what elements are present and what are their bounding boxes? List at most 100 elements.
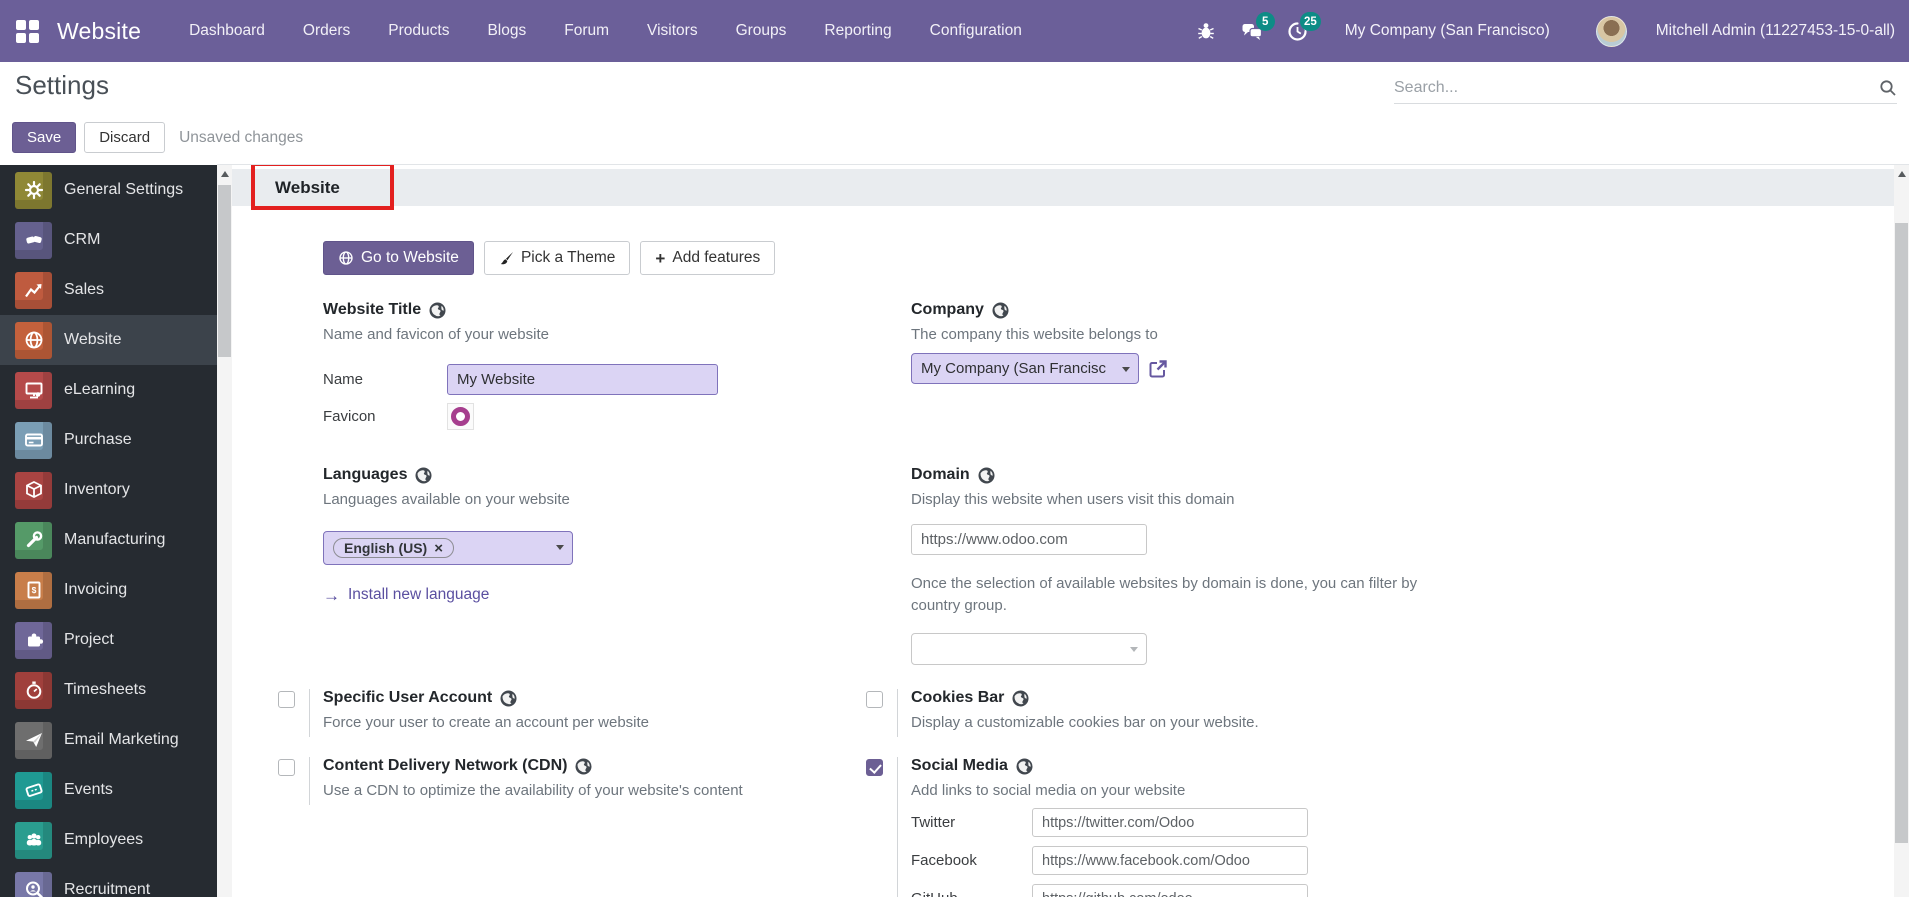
nav-item-configuration[interactable]: Configuration bbox=[930, 22, 1022, 40]
pick-theme-label: Pick a Theme bbox=[520, 249, 616, 266]
languages-heading: Languages bbox=[323, 466, 408, 483]
favicon-icon bbox=[451, 407, 470, 426]
activities-clock-icon[interactable]: 25 bbox=[1285, 12, 1321, 44]
settings-content: Website Go to Website Pick a Theme + Add… bbox=[232, 164, 1894, 897]
sidebar-item-recruitment[interactable]: Recruitment bbox=[0, 865, 217, 897]
cookies-bar-checkbox[interactable] bbox=[866, 691, 883, 708]
discard-button[interactable]: Discard bbox=[84, 122, 166, 153]
globe-badge-icon bbox=[429, 302, 446, 319]
sidebar-item-email-marketing[interactable]: Email Marketing bbox=[0, 715, 217, 765]
presentation-icon bbox=[15, 371, 52, 409]
cdn-checkbox[interactable] bbox=[278, 759, 295, 776]
app-brand[interactable]: Website bbox=[57, 18, 141, 45]
setting-divider bbox=[309, 689, 310, 737]
sidebar-item-timesheets[interactable]: Timesheets bbox=[0, 665, 217, 715]
page-title: Settings bbox=[15, 70, 109, 100]
user-menu[interactable]: Mitchell Admin (11227453-15-0-all) bbox=[1656, 22, 1895, 40]
cdn-setting: Content Delivery Network (CDN) Use a CDN… bbox=[278, 757, 883, 805]
facebook-field-label: Facebook bbox=[911, 852, 977, 869]
nav-item-reporting[interactable]: Reporting bbox=[824, 22, 891, 40]
sidebar-item-manufacturing[interactable]: Manufacturing bbox=[0, 515, 217, 565]
unsaved-changes-label: Unsaved changes bbox=[179, 128, 304, 146]
sidebar-item-sales[interactable]: Sales bbox=[0, 265, 217, 315]
chart-icon bbox=[15, 271, 52, 309]
app-window: Website Dashboard Orders Products Blogs Foru… bbox=[0, 0, 1909, 897]
favicon-upload[interactable] bbox=[447, 403, 474, 430]
languages-block: Languages Languages available on your we… bbox=[323, 466, 898, 604]
save-button[interactable]: Save bbox=[12, 122, 77, 153]
sidebar-item-crm[interactable]: CRM bbox=[0, 215, 217, 265]
nav-item-blogs[interactable]: Blogs bbox=[487, 22, 526, 40]
scroll-up-icon[interactable] bbox=[1894, 165, 1909, 183]
sidebar-item-website[interactable]: Website bbox=[0, 315, 217, 365]
languages-select[interactable]: English (US) × bbox=[323, 531, 573, 565]
user-avatar[interactable] bbox=[1595, 15, 1627, 47]
company-desc: The company this website belongs to bbox=[911, 326, 1158, 343]
nav-item-orders[interactable]: Orders bbox=[303, 22, 350, 40]
favicon-field-label: Favicon bbox=[323, 408, 376, 425]
website-title-heading: Website Title bbox=[323, 301, 422, 318]
go-to-website-button[interactable]: Go to Website bbox=[323, 241, 474, 275]
external-link-icon[interactable] bbox=[1147, 358, 1169, 380]
nav-item-visitors[interactable]: Visitors bbox=[647, 22, 698, 40]
messages-icon[interactable]: 5 bbox=[1239, 12, 1275, 44]
social-field-row: Twitter bbox=[911, 808, 1471, 837]
activities-badge: 25 bbox=[1299, 12, 1321, 31]
social-field-row: Facebook bbox=[911, 846, 1471, 875]
apps-grid-icon[interactable] bbox=[16, 19, 39, 43]
arrow-right-icon: → bbox=[323, 585, 340, 605]
right-scrollbar[interactable] bbox=[1894, 165, 1909, 897]
left-scrollbar[interactable] bbox=[217, 165, 232, 897]
search-icon[interactable] bbox=[1879, 79, 1897, 97]
nav-item-dashboard[interactable]: Dashboard bbox=[189, 22, 265, 40]
go-to-website-label: Go to Website bbox=[361, 249, 459, 266]
github-url-input[interactable] bbox=[1032, 884, 1308, 897]
sidebar-item-invoicing[interactable]: $ Invoicing bbox=[0, 565, 217, 615]
nav-item-groups[interactable]: Groups bbox=[736, 22, 787, 40]
left-scrollbar-thumb[interactable] bbox=[218, 185, 231, 357]
chevron-down-icon bbox=[1130, 646, 1138, 652]
twitter-url-input[interactable] bbox=[1032, 808, 1308, 837]
add-features-label: Add features bbox=[672, 249, 761, 266]
country-group-note: Once the selection of available websites… bbox=[911, 575, 1418, 614]
domain-block: Domain Display this website when users v… bbox=[911, 466, 1486, 665]
company-select[interactable]: My Company (San Francisc bbox=[911, 353, 1139, 384]
specific-user-account-checkbox[interactable] bbox=[278, 691, 295, 708]
cookies-bar-heading: Cookies Bar bbox=[911, 689, 1005, 706]
social-media-checkbox[interactable] bbox=[866, 759, 883, 776]
wrench-icon bbox=[15, 521, 52, 559]
domain-input[interactable] bbox=[911, 524, 1147, 555]
sidebar-item-elearning[interactable]: eLearning bbox=[0, 365, 217, 415]
sidebar-item-purchase[interactable]: Purchase bbox=[0, 415, 217, 465]
sidebar-item-inventory[interactable]: Inventory bbox=[0, 465, 217, 515]
name-field-label: Name bbox=[323, 371, 364, 388]
sidebar-item-project[interactable]: Project bbox=[0, 615, 217, 665]
right-scrollbar-thumb[interactable] bbox=[1895, 223, 1908, 843]
language-tag: English (US) × bbox=[333, 538, 454, 558]
globe-icon bbox=[338, 250, 354, 266]
sidebar-item-events[interactable]: Events bbox=[0, 765, 217, 815]
add-features-button[interactable]: + Add features bbox=[640, 241, 776, 275]
nav-item-products[interactable]: Products bbox=[388, 22, 449, 40]
stopwatch-icon bbox=[15, 671, 52, 709]
search-input[interactable] bbox=[1394, 78, 1879, 97]
github-field-label: GitHub bbox=[911, 890, 1032, 897]
facebook-url-input[interactable] bbox=[1032, 846, 1308, 875]
website-name-input[interactable] bbox=[447, 364, 718, 395]
sidebar-item-employees[interactable]: Employees bbox=[0, 815, 217, 865]
scroll-up-icon[interactable] bbox=[217, 165, 232, 183]
social-media-heading: Social Media bbox=[911, 757, 1008, 774]
person-search-icon bbox=[15, 871, 52, 897]
globe-badge-icon bbox=[1012, 690, 1029, 707]
remove-tag-icon[interactable]: × bbox=[434, 541, 443, 556]
company-switcher[interactable]: My Company (San Francisco) bbox=[1345, 22, 1550, 40]
chevron-down-icon bbox=[1122, 367, 1130, 372]
pick-theme-button[interactable]: Pick a Theme bbox=[483, 241, 631, 275]
cookies-bar-desc: Display a customizable cookies bar on yo… bbox=[911, 714, 1259, 731]
debug-bug-icon[interactable] bbox=[1193, 18, 1219, 44]
country-group-select[interactable] bbox=[911, 632, 1147, 665]
install-language-link[interactable]: → Install new language bbox=[323, 586, 898, 604]
settings-sidebar: General Settings CRM Sales Website eLear… bbox=[0, 165, 217, 897]
nav-item-forum[interactable]: Forum bbox=[564, 22, 609, 40]
sidebar-item-general-settings[interactable]: General Settings bbox=[0, 165, 217, 215]
